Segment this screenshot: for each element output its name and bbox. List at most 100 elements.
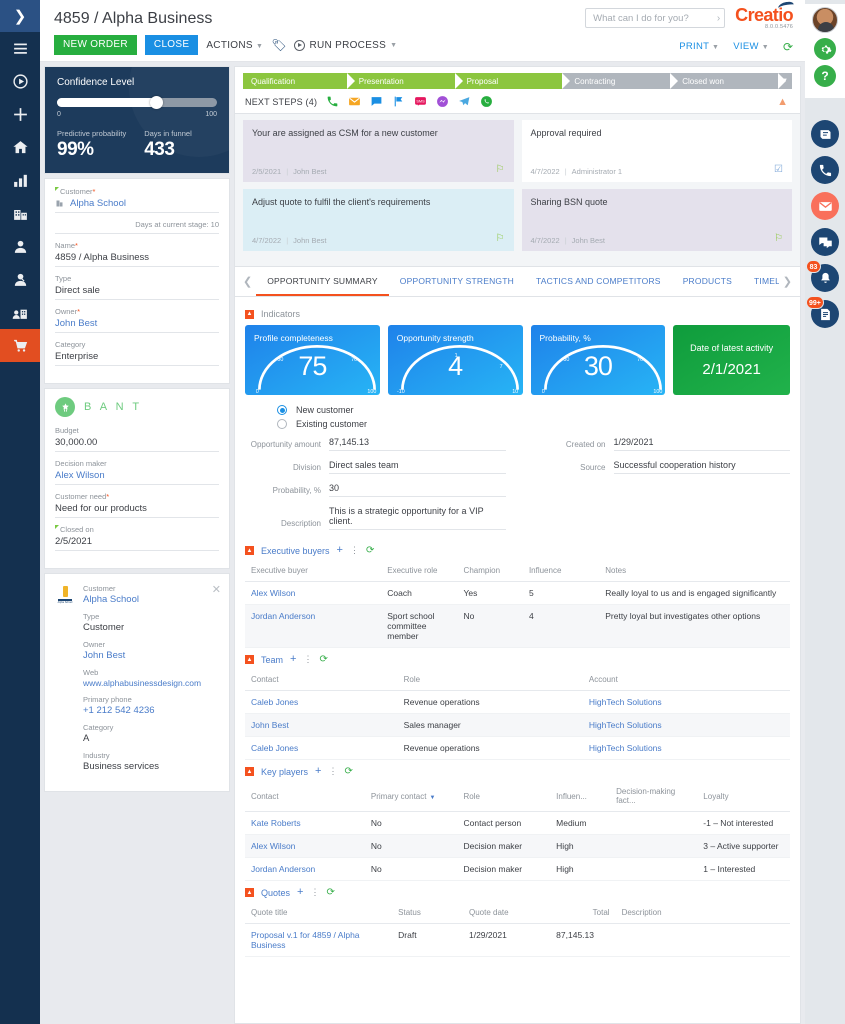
sidebar-item-dashboards[interactable] — [0, 164, 40, 197]
flag-icon[interactable]: ⚐ — [774, 233, 783, 244]
stage-presentation[interactable]: Presentation — [346, 73, 463, 89]
table-row[interactable]: Jordan Anderson No Decision maker High 1… — [245, 857, 790, 881]
add-icon[interactable]: + — [297, 887, 303, 898]
chat-icon[interactable] — [811, 228, 839, 256]
stage-proposal[interactable]: Proposal — [454, 73, 571, 89]
tab-opportunity-summary[interactable]: OPPORTUNITY SUMMARY — [256, 267, 389, 296]
add-icon[interactable]: + — [315, 766, 321, 777]
sidebar-item-leads[interactable] — [0, 263, 40, 296]
tasks-icon[interactable]: 99+ — [806, 296, 839, 328]
kebab-icon[interactable]: ⋮ — [303, 655, 312, 664]
chevron-up-icon[interactable]: ▲ — [777, 96, 788, 108]
radio-new-customer[interactable]: New customer — [277, 405, 790, 415]
sidebar-item-add[interactable] — [0, 98, 40, 131]
next-step-card[interactable]: Approval required 4/7/2022 | Administrator… — [521, 120, 792, 182]
flag-icon[interactable]: ⚐ — [496, 233, 505, 244]
value-description[interactable]: This is a strategic opportunity for a VI… — [329, 506, 506, 530]
search-box[interactable]: › — [585, 8, 726, 29]
kebab-icon[interactable]: ⋮ — [328, 767, 337, 776]
indicator-probability[interactable]: Probability, % 0 30 70 100 30 — [530, 325, 666, 395]
tab-timeline[interactable]: TIMELINE — [743, 267, 779, 296]
value-opportunity-amount[interactable]: 87,145.13 — [329, 437, 506, 451]
email-icon[interactable] — [347, 95, 361, 108]
customer-value-customer[interactable]: Alpha School — [83, 594, 219, 605]
value-probability[interactable]: 30 — [329, 483, 506, 497]
customer-value-web[interactable]: www.alphabusinessdesign.com — [83, 678, 219, 688]
field-value-customer[interactable]: Alpha School — [55, 198, 219, 213]
actions-menu[interactable]: ACTIONS ▼ — [206, 40, 263, 51]
call-icon[interactable] — [325, 95, 339, 108]
table-row[interactable]: Caleb Jones Revenue operations HighTech … — [245, 736, 790, 760]
feed-icon[interactable] — [811, 120, 839, 148]
flag-icon[interactable] — [391, 95, 405, 108]
collapse-toggle-icon[interactable]: ▲ — [245, 767, 254, 776]
sidebar-item-home[interactable] — [0, 131, 40, 164]
close-button[interactable]: CLOSE — [144, 35, 199, 55]
customer-value-primary-phone[interactable]: +1 212 542 4236 — [83, 705, 219, 716]
customer-value-owner[interactable]: John Best — [83, 650, 219, 661]
field-value-name[interactable]: 4859 / Alpha Business — [55, 252, 219, 267]
collapse-toggle-icon[interactable]: ▲ — [245, 546, 254, 555]
chevron-right-icon[interactable]: ❯ — [779, 275, 796, 288]
email-icon[interactable] — [811, 192, 839, 220]
collapse-toggle-icon[interactable]: ▲ — [245, 888, 254, 897]
field-value-category[interactable]: Enterprise — [55, 351, 219, 366]
chat-icon[interactable] — [369, 95, 383, 108]
table-row[interactable]: Kate Roberts No Contact person Medium -1… — [245, 811, 790, 835]
kebab-icon[interactable]: ⋮ — [350, 546, 359, 555]
sidebar-item-menu[interactable] — [0, 32, 40, 65]
stage-contracting[interactable]: Contracting — [562, 73, 678, 89]
field-value-customer-need[interactable]: Need for our products — [55, 503, 219, 518]
tab-opportunity-strength[interactable]: OPPORTUNITY STRENGTH — [389, 267, 525, 296]
indicator-opportunity-strength[interactable]: Opportunity strength -10 1 7 10 4 — [387, 325, 523, 395]
messenger-icon[interactable] — [435, 95, 449, 108]
indicator-date-of-latest-activity[interactable]: Date of latest activity 2/1/2021 — [673, 325, 790, 395]
value-division[interactable]: Direct sales team — [329, 460, 506, 474]
new-order-button[interactable]: NEW ORDER — [54, 35, 137, 55]
user-avatar[interactable] — [812, 7, 838, 33]
radio-icon[interactable] — [277, 419, 287, 429]
table-row[interactable]: John Best Sales manager HighTech Solutio… — [245, 713, 790, 737]
field-value-decision-maker[interactable]: Alex Wilson — [55, 470, 219, 485]
print-menu[interactable]: PRINT ▼ — [679, 41, 719, 52]
section-title[interactable]: Team — [261, 655, 283, 665]
sidebar-item-accounts[interactable] — [0, 197, 40, 230]
sidebar-item-opportunities[interactable] — [0, 296, 40, 329]
tab-products[interactable]: PRODUCTS — [672, 267, 743, 296]
close-icon[interactable]: ✕ — [212, 583, 221, 596]
field-value-type[interactable]: Direct sale — [55, 285, 219, 300]
table-row[interactable]: Caleb Jones Revenue operations HighTech … — [245, 690, 790, 714]
indicator-profile-completeness[interactable]: Profile completeness 0 30 70 100 75 — [245, 325, 380, 395]
sidebar-item-process[interactable] — [0, 65, 40, 98]
radio-existing-customer[interactable]: Existing customer — [277, 419, 790, 429]
next-step-card[interactable]: Your are assigned as CSM for a new custo… — [243, 120, 514, 182]
section-title[interactable]: Key players — [261, 767, 308, 777]
flag-icon[interactable]: ⚐ — [496, 164, 505, 175]
add-icon[interactable]: + — [337, 545, 343, 556]
kebab-icon[interactable]: ⋮ — [310, 888, 319, 897]
value-created-on[interactable]: 1/29/2021 — [613, 437, 790, 451]
refresh-icon[interactable]: ⟳ — [319, 654, 327, 665]
collapse-toggle-icon[interactable]: ▲ — [245, 309, 254, 319]
add-icon[interactable]: + — [290, 654, 296, 665]
sidebar-item-orders[interactable] — [0, 329, 40, 362]
table-row[interactable]: Proposal v.1 for 4859 / Alpha Business D… — [245, 923, 790, 957]
table-row[interactable]: Jordan Anderson Sport school committee m… — [245, 604, 790, 648]
slider-handle[interactable] — [149, 96, 163, 109]
tag-icon[interactable]: 🏷 — [271, 38, 286, 52]
value-source[interactable]: Successful cooperation history — [613, 460, 790, 474]
sms-icon[interactable]: SMS — [413, 95, 427, 108]
telegram-icon[interactable] — [457, 95, 471, 108]
section-title[interactable]: Executive buyers — [261, 546, 330, 556]
sidebar-item-contacts[interactable] — [0, 230, 40, 263]
whatsapp-icon[interactable] — [479, 95, 493, 108]
table-row[interactable]: Alex Wilson No Decision maker High 3 – A… — [245, 834, 790, 858]
stage-qualification[interactable]: Qualification — [243, 73, 355, 89]
sorted-column-header[interactable]: Primary contact ▼ — [364, 783, 458, 812]
chevron-left-icon[interactable]: ❮ — [239, 275, 256, 288]
field-value-owner[interactable]: John Best — [55, 318, 219, 333]
refresh-icon[interactable]: ⟳ — [344, 766, 352, 777]
notifications-icon[interactable]: 83 — [806, 260, 839, 292]
search-submit-icon[interactable]: › — [717, 13, 720, 24]
run-process-button[interactable]: RUN PROCESS ▼ — [294, 39, 397, 51]
